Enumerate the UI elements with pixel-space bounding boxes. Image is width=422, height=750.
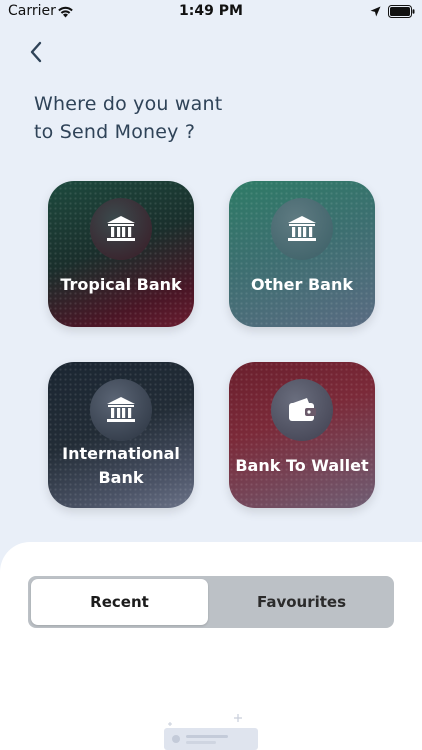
page-title-line-1: Where do you want xyxy=(34,93,223,115)
bank-icon xyxy=(288,216,316,241)
wallet-icon-circle xyxy=(271,379,333,441)
tile-tropical-bank[interactable]: Tropical Bank xyxy=(48,181,194,327)
tile-international-bank[interactable]: International Bank xyxy=(48,362,194,508)
location-arrow-icon xyxy=(370,6,381,17)
battery-icon xyxy=(388,5,415,18)
page-title-line-2: to Send Money ? xyxy=(34,121,196,143)
back-button[interactable] xyxy=(24,38,48,66)
empty-list-illustration xyxy=(164,714,258,750)
bank-icon-circle xyxy=(271,198,333,260)
tile-bank-to-wallet[interactable]: Bank To Wallet xyxy=(229,362,375,508)
recent-favourites-segmented-control: Recent Favourites xyxy=(28,576,394,628)
bank-icon-circle xyxy=(90,198,152,260)
tile-label: Other Bank xyxy=(251,275,353,294)
tile-label-line-2: Bank xyxy=(98,468,144,487)
bank-icon xyxy=(107,397,135,422)
tile-label: Bank To Wallet xyxy=(235,456,369,475)
bottom-sheet: Recent Favourites xyxy=(0,542,422,750)
bank-icon-circle xyxy=(90,379,152,441)
tile-other-bank[interactable]: Other Bank xyxy=(229,181,375,327)
tile-label: International Bank xyxy=(48,442,194,490)
bank-icon xyxy=(107,216,135,241)
tile-label: Tropical Bank xyxy=(60,275,182,294)
chevron-left-icon xyxy=(30,41,42,63)
clock: 1:49 PM xyxy=(179,3,243,19)
page-title: Where do you want to Send Money ? xyxy=(34,90,334,146)
tab-favourites[interactable]: Favourites xyxy=(212,579,391,625)
status-bar: Carrier 1:49 PM xyxy=(0,0,422,24)
wallet-icon xyxy=(289,398,316,421)
tile-label-line-1: International xyxy=(62,444,180,463)
tab-recent[interactable]: Recent xyxy=(31,579,208,625)
